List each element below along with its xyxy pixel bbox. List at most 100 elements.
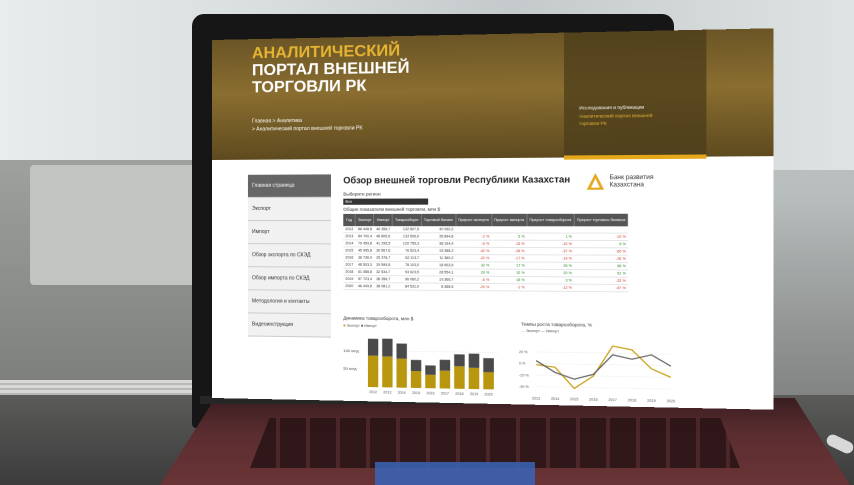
table-cell: 29 599,8: [374, 261, 393, 269]
table-cell: 84 700,4: [355, 232, 375, 240]
bar-import: [454, 354, 465, 367]
bar-import: [382, 338, 393, 357]
line-y-tick-label: 0 %: [519, 362, 525, 366]
table-cell: 84 531,0: [392, 282, 422, 291]
main-content: Обзор внешней торговли Республики Казахс…: [343, 174, 684, 293]
bar-import: [468, 353, 480, 368]
bar-export: [396, 358, 407, 388]
table-cell: 36 736,9: [355, 254, 375, 262]
line-x-tick-label: 2015: [570, 397, 578, 401]
table-cell: 38 081,2: [374, 282, 393, 290]
table-cell: 30 567,6: [374, 247, 393, 255]
sidebar-item-export[interactable]: Экспорт: [247, 197, 331, 222]
bar-export: [382, 356, 393, 388]
table-cell: -2 %: [455, 232, 492, 241]
table-cell: -57 %: [574, 284, 629, 292]
breadcrumb-current: > Аналитический портал внешней торговли …: [251, 125, 363, 133]
bar-x-tick-label: 2012: [369, 390, 377, 394]
col-turnover-growth[interactable]: Прирост товарооборота: [526, 213, 575, 227]
bar-chart-title: Динамика товарооборота, млн $: [343, 315, 414, 322]
sidebar-item-import[interactable]: Импорт: [247, 221, 331, 245]
bar-x-tick-label: 2018: [455, 392, 463, 396]
line-x-tick-label: 2018: [628, 398, 637, 402]
table-cell: 79 459,8: [355, 239, 375, 248]
col-import-growth[interactable]: Прирост импорта: [491, 213, 527, 227]
line-chart: 20 % 0 % -20 % -40 % 2013 2014 2015 2016 2017 201…: [519, 336, 675, 403]
sidebar-item-export-sked[interactable]: Обзор экспорта по СКЭД: [247, 244, 331, 268]
bar-x-tick-label: 2016: [426, 391, 434, 395]
region-select[interactable]: Все: [343, 198, 429, 205]
line-x-tick-label: 2019: [647, 399, 656, 403]
table-cell: 2015: [343, 246, 356, 255]
sidebar-item-home[interactable]: Главная страница: [247, 174, 331, 198]
portal-title: АНАЛИТИЧЕСКИЙ ПОРТАЛ ВНЕШНЕЙ ТОРГОВЛИ РК: [252, 41, 458, 96]
table-caption: Общие показатели внешней торговли, млн $: [343, 206, 441, 212]
bar-legend-export: Экспорт: [346, 323, 360, 328]
legend-swatch-export: ■: [343, 323, 346, 328]
col-export[interactable]: Экспорт: [355, 213, 375, 227]
table-body: 2012 86 448,8 46 358,7 132 807,5 40 090,2 201…: [343, 226, 629, 292]
col-balance[interactable]: Торговый баланс: [421, 213, 456, 227]
bar-chart: 100 млд 50 млд 2012 2013 2014 2015 2016 2017 201…: [343, 338, 508, 397]
table-cell: 2018: [343, 268, 356, 276]
side-link-portal-cont[interactable]: торговли РК: [579, 121, 607, 127]
table-cell: 41 295,5: [374, 239, 393, 248]
line-gridline: [536, 387, 671, 390]
bar-export: [367, 355, 379, 388]
bar-import: [396, 343, 407, 359]
table-cell: 48 805,6: [374, 232, 393, 240]
col-export-growth[interactable]: Прирост экспорта: [455, 213, 492, 227]
table-cell: -6 %: [455, 240, 492, 248]
bar-import: [367, 338, 379, 356]
line-y-tick-label: -40 %: [519, 385, 529, 389]
table-cell: 25 376,7: [374, 254, 393, 262]
laptop-keyboard: [250, 418, 740, 468]
table-cell: 2017: [343, 261, 356, 269]
table-cell: -1 %: [491, 283, 527, 292]
breadcrumb: Главная > Аналитика > Аналитический порт…: [252, 116, 362, 133]
portal-title-line3: ТОРГОВЛИ РК: [251, 77, 367, 97]
page-title: Обзор внешней торговли Республики Казахс…: [343, 174, 571, 186]
line-series-export: [536, 345, 671, 390]
bar-x-tick-label: 2013: [383, 390, 391, 394]
line-y-tick-label: 20 %: [519, 350, 528, 354]
bar-x-tick-label: 2019: [470, 392, 478, 396]
bar-x-tick-label: 2017: [441, 391, 449, 395]
header-accent-bar: [564, 154, 707, 160]
table-header-row: Год Экспорт Импорт Товарооборот Торговый…: [343, 213, 629, 227]
table-cell: 45 955,8: [355, 246, 375, 255]
table-cell: 120 755,3: [392, 239, 422, 248]
line-x-tick-label: 2016: [589, 398, 598, 402]
table-cell: 8 368,6: [421, 283, 456, 291]
line-x-tick-label: 2014: [551, 397, 559, 401]
table-cell: 2016: [343, 254, 356, 262]
col-balance-growth[interactable]: Прирост торгового баланса: [574, 213, 629, 227]
line-legend-swatch-import: —: [541, 329, 545, 334]
side-link-research[interactable]: Исследования и публикации: [579, 104, 644, 110]
table-cell: 2014: [343, 239, 356, 247]
table-cell: 2013: [343, 232, 356, 240]
laptop-touchpad: [375, 462, 535, 485]
line-y-tick-label: -20 %: [519, 373, 529, 377]
sidebar-item-methodology[interactable]: Методология и контакты: [247, 290, 331, 315]
line-chart-title: Темпы роста товарооборота, %: [521, 321, 593, 328]
col-import[interactable]: Импорт: [374, 213, 393, 227]
background-box: [30, 165, 200, 285]
bar-legend-import: Импорт: [364, 323, 377, 329]
bar-import: [425, 365, 436, 375]
bar-import: [439, 359, 451, 371]
bar-export: [425, 374, 436, 389]
bar-import: [483, 358, 494, 373]
line-gridline: [536, 352, 671, 354]
bar-export: [483, 372, 494, 390]
col-turnover[interactable]: Товарооборот: [392, 213, 422, 227]
sidebar-item-video[interactable]: Видеоинструкция: [247, 313, 331, 338]
line-legend-import: Импорт: [545, 329, 560, 334]
side-link-portal[interactable]: Аналитический портал внешней: [579, 113, 652, 119]
sidebar-item-import-sked[interactable]: Обзор импорта по СКЭД: [247, 267, 331, 291]
table-cell: 133 506,0: [392, 232, 422, 241]
col-year[interactable]: Год: [343, 213, 356, 227]
header-side-panel: Исследования и публикации Аналитический …: [564, 29, 707, 158]
table-cell: 46 449,8: [355, 282, 375, 290]
table-cell: -15 %: [491, 240, 527, 248]
